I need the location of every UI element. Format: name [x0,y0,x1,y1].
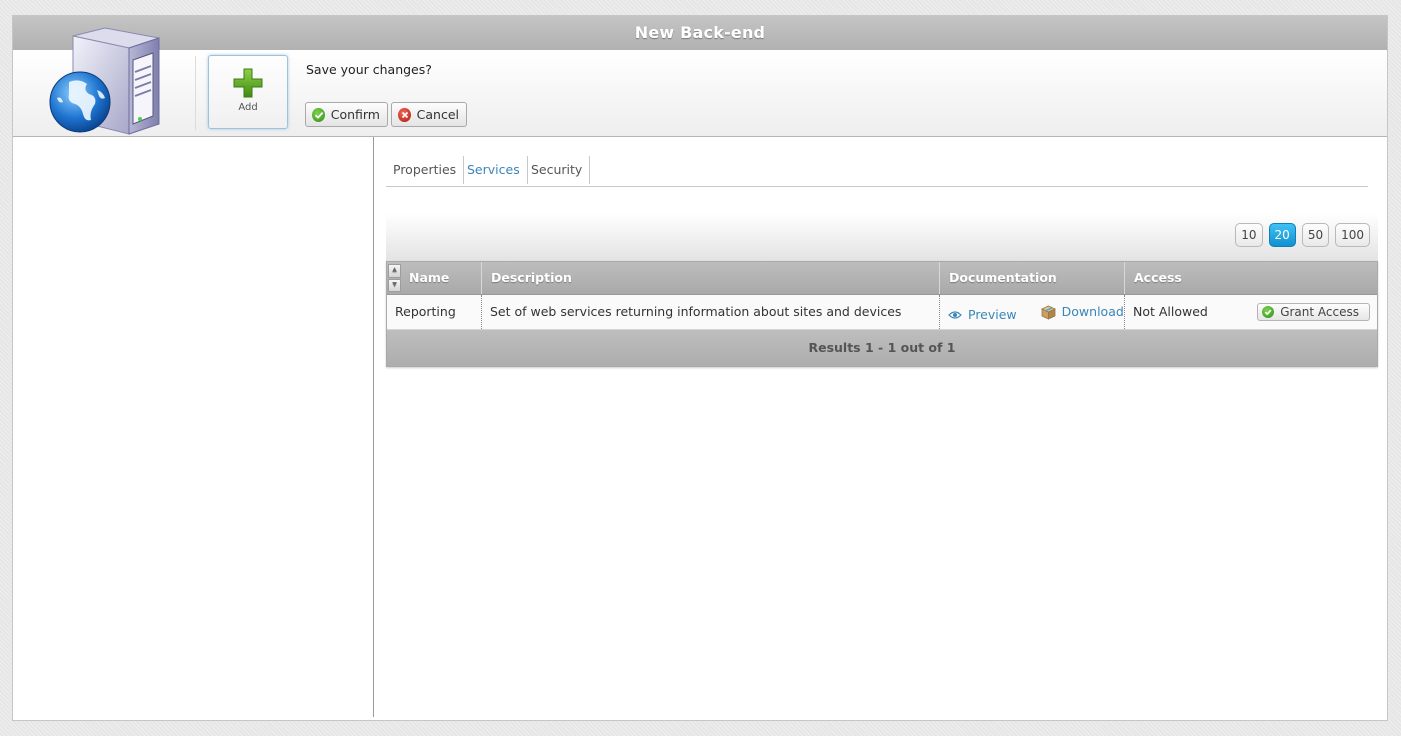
access-status: Not Allowed [1133,304,1208,319]
grant-access-label: Grant Access [1280,305,1359,319]
cell-name: Reporting [387,295,482,329]
preview-label: Preview [968,306,1017,322]
sort-control[interactable]: ▲ ▼ [388,264,401,292]
page-size-50[interactable]: 50 [1301,223,1330,247]
confirm-check-icon [312,107,325,122]
grant-access-button[interactable]: Grant Access [1257,303,1370,321]
tab-security[interactable]: Security [524,156,591,184]
page-size-10[interactable]: 10 [1235,223,1263,247]
page-size-selector: 10 20 50 100 [1235,223,1370,247]
download-label: Download [1061,304,1124,319]
grid-footer-results: Results 1 - 1 out of 1 [387,330,1377,366]
window-title: New Back-end [13,16,1387,50]
cancel-button[interactable]: Cancel [391,102,467,127]
grid-header: ▲ ▼ Name Description Documentation Acces… [387,262,1377,295]
tab-bar: Properties Services Security [386,156,1368,187]
cell-description: Set of web services returning informatio… [482,295,940,329]
table-row[interactable]: Reporting Set of web services returning … [387,295,1377,330]
confirm-button[interactable]: Confirm [305,102,388,127]
cancel-label: Cancel [416,107,459,122]
cell-documentation: Preview Download [940,295,1125,329]
column-header-documentation[interactable]: Documentation [940,262,1125,294]
grid-toolbar: 10 20 50 100 [386,213,1378,261]
backend-window: New Back-end Add Save your changes? Conf… [12,15,1388,721]
column-header-name-label: Name [409,270,450,285]
page-size-100[interactable]: 100 [1335,223,1370,247]
add-plus-icon [233,68,263,98]
confirm-label: Confirm [330,107,380,122]
sort-up-icon[interactable]: ▲ [388,264,401,278]
preview-eye-icon [948,310,962,319]
tab-services[interactable]: Services [460,156,528,184]
left-pane [13,137,374,717]
download-package-icon [1040,305,1056,320]
toolbar: Add Save your changes? Confirm Cancel [13,27,1387,137]
preview-link[interactable]: Preview [948,298,1017,332]
sort-down-icon[interactable]: ▼ [388,278,401,292]
column-header-access[interactable]: Access [1125,262,1377,294]
tab-properties[interactable]: Properties [386,156,465,184]
column-header-name[interactable]: ▲ ▼ Name [387,262,482,294]
page-size-20[interactable]: 20 [1268,223,1296,247]
server-globe-logo [49,27,160,135]
download-link[interactable]: Download [1040,295,1124,329]
services-grid: ▲ ▼ Name Description Documentation Acces… [386,261,1378,367]
cell-access: Not Allowed Grant Access [1125,295,1377,329]
grant-check-icon [1262,306,1275,318]
cancel-x-icon [398,107,411,122]
add-button[interactable]: Add [208,55,288,129]
toolbar-separator [195,56,196,130]
add-button-label: Add [238,102,258,113]
column-header-description[interactable]: Description [482,262,940,294]
save-prompt: Save your changes? [306,62,432,77]
